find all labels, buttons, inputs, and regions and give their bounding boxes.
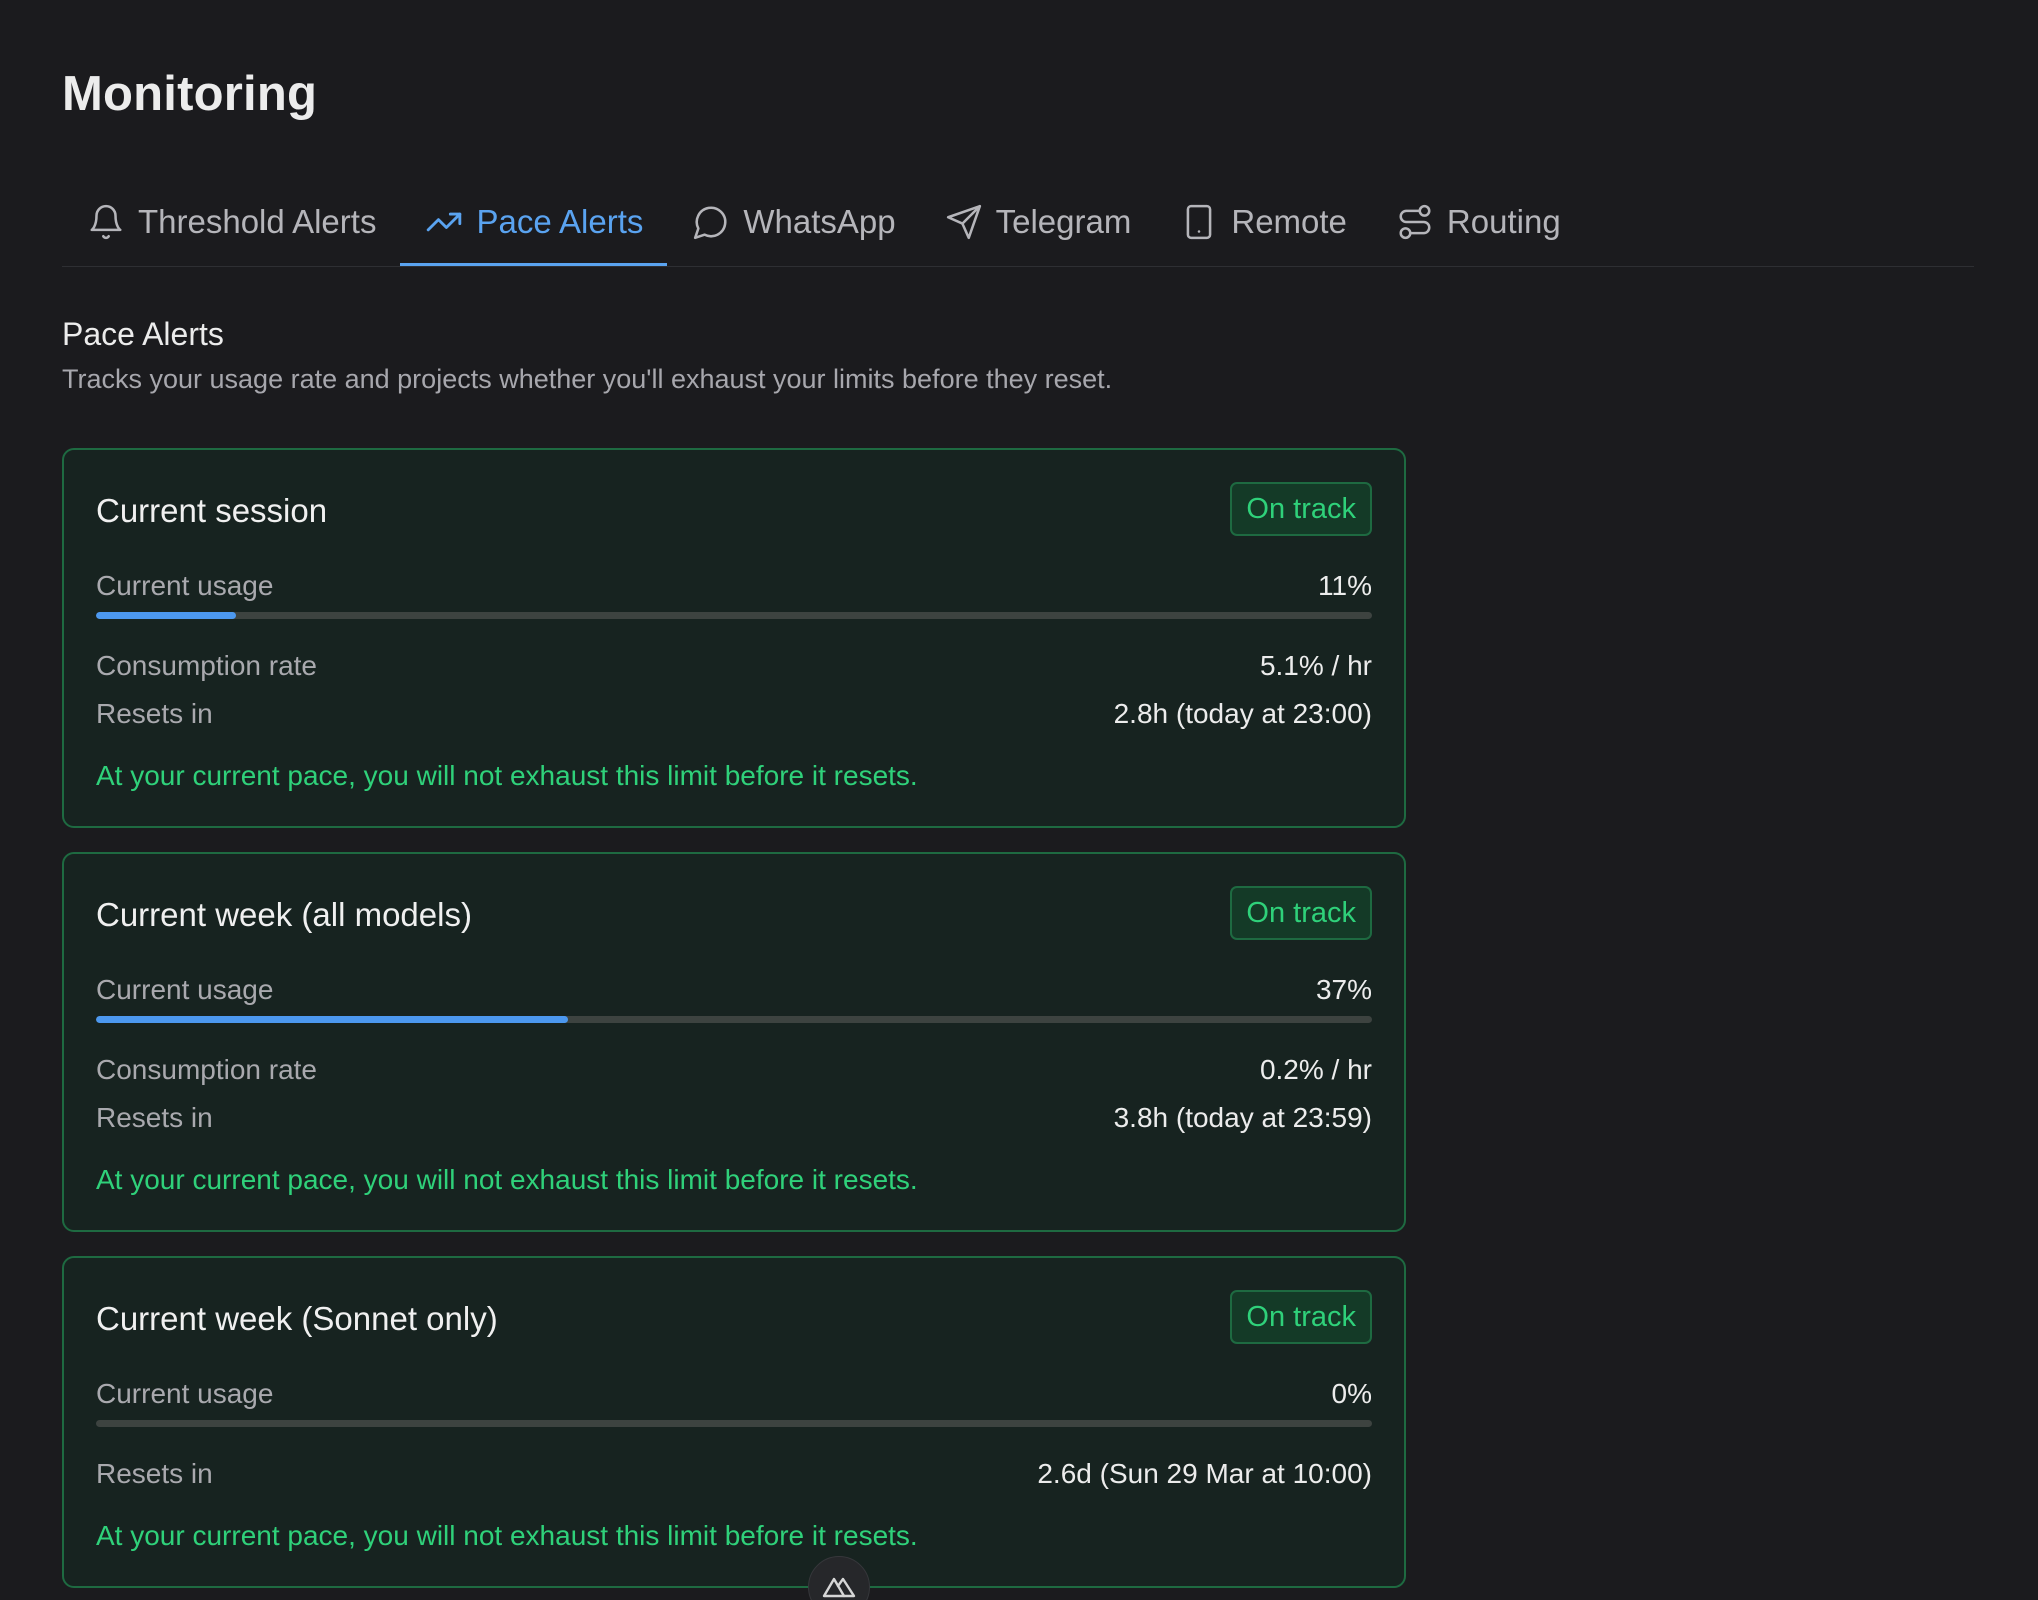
usage-progress-fill: [96, 612, 237, 619]
resets-label: Resets in: [96, 1458, 213, 1489]
bell-icon: [86, 202, 126, 242]
tab-label: Pace Alerts: [476, 203, 644, 240]
card-title: Current week (all models): [96, 896, 472, 933]
status-badge: On track: [1230, 1290, 1372, 1344]
trending-up-icon: [424, 202, 464, 242]
usage-label: Current usage: [96, 570, 274, 601]
tab-label: Routing: [1446, 203, 1561, 240]
send-icon: [944, 202, 984, 242]
resets-label: Resets in: [96, 1102, 213, 1133]
card-title: Current week (Sonnet only): [96, 1300, 498, 1337]
resets-row: Resets in 2.8h (today at 23:00): [96, 694, 1372, 734]
resets-value: 2.8h (today at 23:00): [1113, 698, 1372, 729]
route-icon: [1395, 202, 1435, 242]
tab-label: WhatsApp: [743, 203, 896, 240]
monitoring-page: Monitoring Threshold Alerts Pace Alerts: [0, 0, 2038, 1600]
usage-value: 37%: [1315, 974, 1372, 1005]
pace-message: At your current pace, you will not exhau…: [96, 1164, 918, 1195]
rate-row: Consumption rate 0.2% / hr: [96, 1050, 1372, 1090]
resets-value: 3.8h (today at 23:59): [1113, 1102, 1372, 1133]
card-title: Current session: [96, 492, 328, 529]
tab-telegram[interactable]: Telegram: [920, 190, 1156, 254]
usage-progress-bar: [96, 612, 1372, 619]
pace-card-current-week-all-models: Current week (all models) On track Curre…: [62, 852, 1406, 1232]
usage-row: Current usage 0%: [96, 1374, 1372, 1414]
tab-threshold-alerts[interactable]: Threshold Alerts: [62, 190, 400, 254]
usage-value: 0%: [1331, 1378, 1372, 1409]
card-header: Current week (Sonnet only) On track: [96, 1290, 1372, 1346]
monitoring-tabs: Threshold Alerts Pace Alerts WhatsApp Te…: [62, 190, 1974, 267]
resets-value: 2.6d (Sun 29 Mar at 10:00): [1037, 1458, 1372, 1489]
usage-progress-bar: [96, 1016, 1372, 1023]
resets-row: Resets in 2.6d (Sun 29 Mar at 10:00): [96, 1454, 1372, 1494]
usage-label: Current usage: [96, 1378, 274, 1409]
status-badge: On track: [1230, 482, 1372, 536]
pace-message: At your current pace, you will not exhau…: [96, 760, 918, 791]
tab-routing[interactable]: Routing: [1371, 190, 1585, 254]
card-header: Current week (all models) On track: [96, 886, 1372, 942]
usage-label: Current usage: [96, 974, 274, 1005]
page-title: Monitoring: [62, 67, 318, 121]
resets-row: Resets in 3.8h (today at 23:59): [96, 1098, 1372, 1138]
chat-bubble-icon: [691, 202, 731, 242]
nuxt-logo-icon: [822, 1577, 856, 1598]
usage-row: Current usage 37%: [96, 970, 1372, 1010]
resets-label: Resets in: [96, 698, 213, 729]
card-header: Current session On track: [96, 482, 1372, 538]
rate-label: Consumption rate: [96, 650, 318, 681]
rate-row: Consumption rate 5.1% / hr: [96, 646, 1372, 686]
tab-pace-alerts[interactable]: Pace Alerts: [400, 190, 668, 266]
phone-icon: [1179, 202, 1219, 242]
usage-progress-fill: [96, 1016, 569, 1023]
tab-remote[interactable]: Remote: [1155, 190, 1371, 254]
section-title: Pace Alerts: [62, 316, 224, 352]
tab-label: Telegram: [995, 203, 1132, 240]
pace-message: At your current pace, you will not exhau…: [96, 1520, 918, 1551]
rate-value: 5.1% / hr: [1259, 650, 1372, 681]
tab-label: Remote: [1231, 203, 1347, 240]
tab-label: Threshold Alerts: [138, 203, 377, 240]
rate-value: 0.2% / hr: [1259, 1054, 1372, 1085]
status-badge: On track: [1230, 886, 1372, 940]
pace-card-current-session: Current session On track Current usage 1…: [62, 448, 1406, 828]
usage-progress-bar: [96, 1420, 1372, 1427]
usage-value: 11%: [1318, 570, 1372, 601]
tab-whatsapp[interactable]: WhatsApp: [667, 190, 919, 254]
pace-card-current-week-sonnet-only: Current week (Sonnet only) On track Curr…: [62, 1256, 1406, 1588]
rate-label: Consumption rate: [96, 1054, 318, 1085]
section-description: Tracks your usage rate and projects whet…: [62, 364, 1113, 394]
usage-row: Current usage 11%: [96, 566, 1372, 606]
